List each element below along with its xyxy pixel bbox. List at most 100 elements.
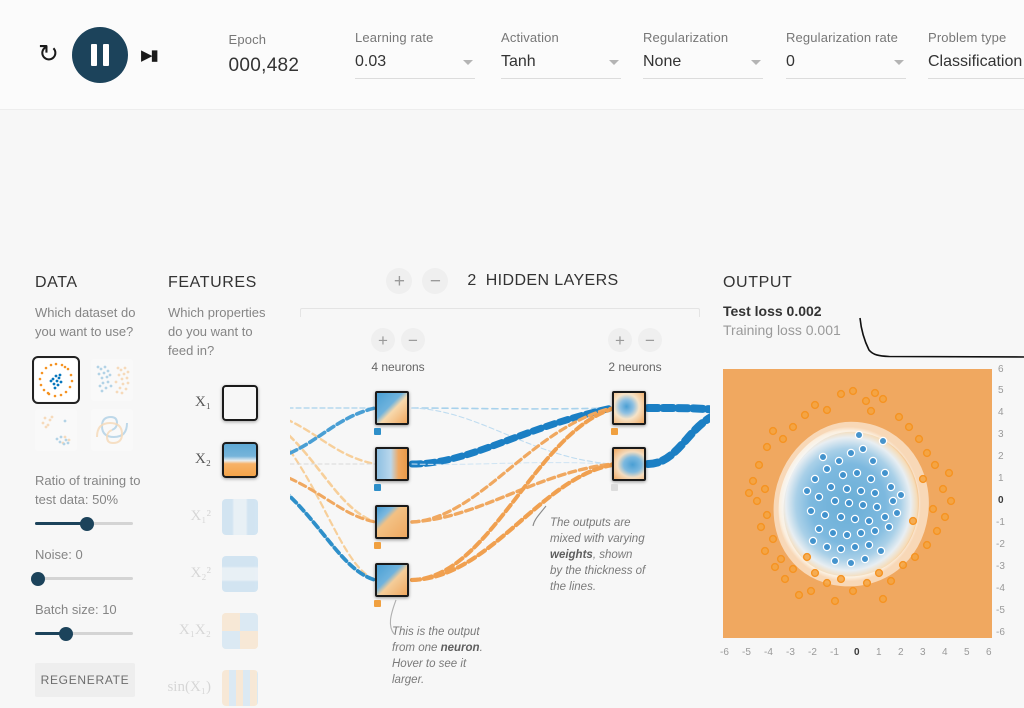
bias-1-4 [374, 600, 381, 607]
dataset-selector [32, 356, 145, 451]
remove-neuron-layer1-button[interactable]: − [401, 328, 425, 352]
feature-x1[interactable]: X₁ [168, 374, 258, 431]
learning-rate-label: Learning rate [355, 30, 434, 45]
pause-icon-bar2 [102, 43, 109, 66]
dataset-xor[interactable] [35, 409, 77, 451]
bias-1-2 [374, 484, 381, 491]
add-neuron-layer1-button[interactable]: + [371, 328, 395, 352]
feature-x1x2-label: X₁X₂ [178, 622, 211, 638]
chevron-down-icon [609, 60, 619, 65]
problem-type-label: Problem type [928, 30, 1007, 45]
activation-field: Activation Tanh [501, 30, 621, 79]
remove-layer-button[interactable]: − [422, 268, 449, 294]
data-subtitle: Which dataset do you want to use? [35, 305, 136, 339]
problem-type-value: Classification [928, 53, 1023, 70]
feature-x1-squared-thumb [222, 498, 258, 535]
regularization-value: None [643, 53, 682, 70]
bias-1-1 [374, 428, 381, 435]
data-panel: DATA Which dataset do you want to use? R… [31, 274, 145, 697]
add-layer-button[interactable]: + [386, 268, 413, 294]
feature-x1x2[interactable]: X₁X₂ [168, 602, 258, 659]
batch-size-label: Batch size: 10 [35, 602, 117, 617]
data-title: DATA [35, 274, 78, 291]
noise-label: Noise: 0 [35, 547, 83, 562]
activation-value: Tanh [501, 53, 536, 70]
layer2-controls: + − 2 neurons [595, 328, 675, 374]
main-content: DATA Which dataset do you want to use? R… [0, 110, 1024, 708]
network-diagram: + − 2 HIDDEN LAYERS + − 4 neurons + − 2 … [290, 268, 710, 698]
feature-x1-squared[interactable]: X₁² [168, 488, 258, 545]
features-title: FEATURES [168, 274, 257, 291]
learning-rate-field: Learning rate 0.03 [355, 30, 475, 79]
regularization-rate-value: 0 [786, 53, 795, 70]
regenerate-button[interactable]: REGENERATE [35, 663, 135, 697]
bias-1-3 [374, 542, 381, 549]
hidden-node-1-3[interactable] [375, 505, 409, 539]
annotation-neuron-bold: neuron [440, 642, 480, 654]
output-title: OUTPUT [723, 274, 793, 291]
batch-size-slider[interactable] [35, 626, 133, 641]
ratio-label: Ratio of training to test data: 50% [35, 473, 141, 507]
annotation-weights-bold: weights [550, 549, 593, 561]
epoch-value: 000,482 [228, 55, 300, 76]
output-panel: OUTPUT Test loss 0.002 Training loss 0.0… [720, 274, 1024, 658]
problem-type-field: Problem type Classification [928, 30, 1024, 79]
chevron-down-icon [463, 60, 473, 65]
feature-x2-label: X₂ [194, 451, 211, 467]
layer1-controls: + − 4 neurons [358, 328, 438, 374]
epoch-field: Epoch 000,482 [229, 32, 317, 77]
layer2-neuron-count: 2 neurons [608, 360, 662, 374]
feature-x2-thumb [222, 441, 258, 478]
feature-x2-squared-label: X₂² [190, 565, 211, 581]
feature-x1-label: X₁ [194, 394, 211, 410]
problem-type-select[interactable]: Classification [928, 53, 1024, 79]
layers-bracket [300, 308, 700, 317]
remove-neuron-layer2-button[interactable]: − [638, 328, 662, 352]
loss-curve-chart [859, 317, 1024, 358]
feature-sin-x1[interactable]: sin(X₁) [167, 659, 258, 708]
regularization-select[interactable]: None [643, 53, 763, 79]
dataset-circle[interactable] [32, 356, 80, 404]
bias-2-1 [611, 428, 618, 435]
features-subtitle: Which properties do you want to feed in? [168, 305, 266, 358]
annotation-weights: The outputs are mixed with varying weigh… [550, 517, 646, 593]
activation-select[interactable]: Tanh [501, 53, 621, 79]
chevron-down-icon [894, 60, 904, 65]
hidden-layers-count: 2 [467, 272, 477, 289]
regularization-rate-select[interactable]: 0 [786, 53, 906, 79]
feature-x2-squared[interactable]: X₂² [168, 545, 258, 602]
dataset-gauss[interactable] [91, 359, 133, 401]
pause-icon [90, 43, 97, 66]
features-list: X₁ X₂ X₁² X₂² X₁X₂ sin(X₁) [167, 374, 278, 708]
feature-x1x2-thumb [222, 612, 258, 649]
learning-rate-value: 0.03 [355, 53, 387, 70]
chevron-down-icon [751, 60, 761, 65]
output-heatmap[interactable] [723, 369, 992, 638]
dataset-spiral[interactable] [91, 409, 133, 451]
activation-label: Activation [501, 30, 559, 45]
hidden-node-2-2[interactable] [612, 447, 646, 481]
epoch-label: Epoch [228, 32, 267, 47]
annotation-neuron: This is the output from one neuron. Hove… [392, 626, 483, 686]
feature-x2-squared-thumb [222, 555, 258, 592]
hidden-layers-label: HIDDEN LAYERS [485, 272, 619, 289]
regularization-field: Regularization None [643, 30, 763, 79]
regularization-rate-field: Regularization rate 0 [786, 30, 906, 79]
play-pause-button[interactable] [71, 26, 128, 83]
playback-controls: ↻ ▶▮ [38, 26, 173, 83]
step-forward-icon[interactable]: ▶▮ [141, 46, 159, 64]
hidden-node-2-1[interactable] [612, 391, 646, 425]
ratio-slider[interactable] [35, 516, 133, 531]
regularization-rate-label: Regularization rate [786, 30, 898, 45]
noise-slider[interactable] [31, 571, 133, 586]
test-loss-value: Test loss 0.002 [723, 303, 822, 319]
hidden-layers-header: + − 2 HIDDEN LAYERS [290, 268, 710, 294]
learning-rate-select[interactable]: 0.03 [355, 53, 475, 79]
hidden-node-1-2[interactable] [375, 447, 409, 481]
add-neuron-layer2-button[interactable]: + [608, 328, 632, 352]
layer1-neuron-count: 4 neurons [371, 360, 425, 374]
feature-x2[interactable]: X₂ [168, 431, 258, 488]
hidden-node-1-1[interactable] [375, 391, 409, 425]
reset-icon[interactable]: ↻ [38, 42, 59, 67]
hidden-node-1-4[interactable] [375, 563, 409, 597]
